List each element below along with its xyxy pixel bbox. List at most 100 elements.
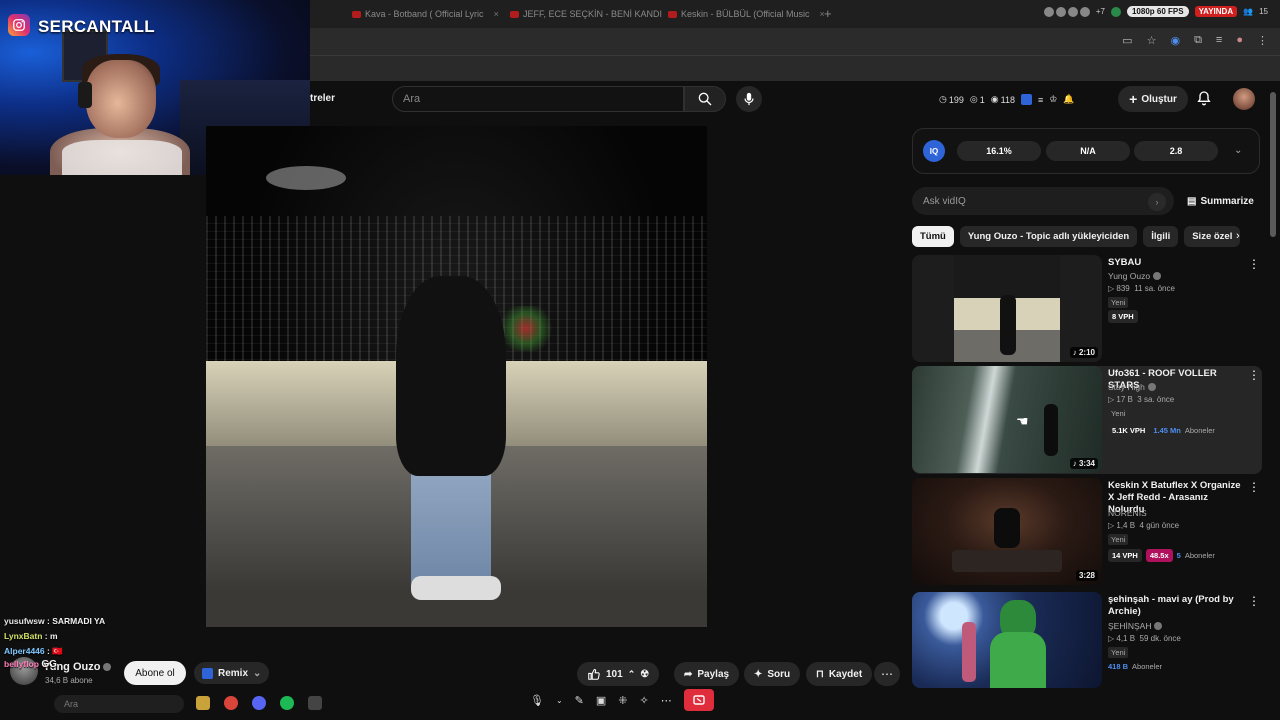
extension-icon[interactable] — [1110, 6, 1121, 17]
taskbar-search[interactable]: Ara — [54, 695, 184, 713]
vidiq-icon[interactable] — [1020, 94, 1032, 105]
vpn-icon[interactable]: ◉ — [1170, 34, 1180, 47]
video-title[interactable]: SYBAU — [1108, 257, 1238, 269]
recommendation-item[interactable]: ♪ 3:34 Ufo361 - ROOF VOLLER STARS Stay H… — [912, 366, 1262, 474]
clock-icon: ◷ — [939, 94, 947, 104]
save-button[interactable]: ⊓ Kaydet — [806, 662, 873, 686]
chat-icon[interactable]: ▣ — [596, 694, 606, 707]
plus-icon: + — [1129, 91, 1138, 107]
remix-button[interactable]: Remix ⌄ — [194, 662, 270, 684]
verified-icon — [1154, 622, 1163, 630]
grid-icon[interactable]: ⁜ — [618, 694, 627, 707]
notifications-button[interactable] — [1196, 89, 1212, 110]
more-options-icon[interactable]: ⋮ — [1248, 481, 1260, 493]
video-meta: ▷ 17 B 3 sa. önce — [1108, 395, 1175, 404]
more-options-icon[interactable]: ⋮ — [1248, 595, 1260, 607]
recommendation-item[interactable]: şehinşah - mavi ay (Prod by Archie) ŞEHİ… — [912, 592, 1262, 688]
subscriber-value: 418 B — [1108, 662, 1129, 671]
outlier-multiplier: 48.5x — [1145, 549, 1173, 562]
recommendation-item[interactable]: ♪ 2:10 SYBAU Yung Ouzo ▷ 839 11 sa. önce… — [912, 255, 1262, 363]
share-button[interactable]: ➦ Paylaş — [674, 662, 740, 686]
reading-list-icon[interactable]: ≡ — [1216, 34, 1222, 47]
profile-icon[interactable]: ● — [1236, 34, 1243, 47]
channel-name[interactable]: ŞEHİNŞAH — [1108, 621, 1163, 631]
cast-icon[interactable]: ▭ — [1122, 34, 1132, 47]
subscriber-label: Aboneler — [1132, 662, 1163, 671]
effects-icon[interactable]: ✧ — [640, 694, 649, 707]
stream-control-bar: 🎙 ⌄ ✎ ▣ ⁜ ✧ ⋯ — [530, 688, 750, 712]
ask-vidiq-placeholder: Ask vidIQ — [923, 196, 966, 207]
chevron-down-icon[interactable]: ⌄ — [1234, 145, 1242, 156]
channel-name[interactable]: NORENIS — [1108, 508, 1147, 518]
instagram-icon — [8, 14, 30, 36]
camera-off-icon[interactable]: ✎ — [575, 694, 584, 707]
notification-bell-icon[interactable]: 🔔 — [1063, 94, 1074, 105]
search-button[interactable] — [684, 86, 726, 112]
bookmark-star-icon[interactable]: ☆ — [1147, 34, 1157, 47]
streamer-name: SERCANTALL — [38, 17, 155, 36]
subscriber-count: 34,6 B abone — [45, 676, 93, 685]
trophy-icon[interactable]: ♔ — [1049, 94, 1057, 105]
file-explorer-icon[interactable] — [196, 696, 210, 710]
recommendation-item[interactable]: 3:28 Keskin X Batuflex X Organize X Jeff… — [912, 478, 1262, 586]
video-thumbnail[interactable]: ♪ 2:10 — [912, 255, 1102, 362]
video-player[interactable] — [206, 126, 707, 627]
chrome-icon[interactable] — [224, 696, 238, 710]
chevron-right-icon[interactable]: › — [1236, 230, 1240, 242]
video-meta: ▷ 1,4 B 4 gün önce — [1108, 521, 1180, 530]
send-arrow-icon[interactable]: › — [1148, 193, 1166, 211]
video-title[interactable]: şehinşah - mavi ay (Prod by Archie) — [1108, 594, 1243, 618]
like-button[interactable]: 101 ⌃ ☢ — [577, 662, 660, 686]
extensions-icon[interactable]: ⧉ — [1194, 34, 1202, 47]
upvote-icon[interactable]: ⌃ — [628, 669, 636, 680]
youtube-icon — [510, 10, 519, 18]
dislike-icon[interactable]: ☢ — [640, 669, 649, 680]
close-tab-icon[interactable]: × — [494, 9, 499, 19]
channel-name[interactable]: Stay High — [1108, 382, 1156, 392]
vidiq-logo[interactable]: IQ — [923, 140, 945, 162]
end-stream-button[interactable] — [683, 689, 714, 711]
voice-search-button[interactable] — [736, 86, 762, 112]
video-thumbnail[interactable]: 3:28 — [912, 478, 1102, 585]
app-icon[interactable] — [308, 696, 322, 710]
chip-for-you[interactable]: Size özel — [1184, 226, 1241, 247]
new-tab-button[interactable]: + — [824, 6, 832, 21]
create-button[interactable]: + Oluştur — [1118, 86, 1188, 112]
chip-all[interactable]: Tümü — [912, 226, 954, 247]
menu-icon[interactable]: ⋮ — [1257, 34, 1268, 47]
subscribe-button[interactable]: Abone ol — [124, 661, 186, 685]
list-icon[interactable]: ≡ — [1038, 95, 1043, 105]
filters-label[interactable]: treler — [310, 93, 335, 104]
browser-tab[interactable]: Keskin - BÜLBÜL (Official Music × — [668, 6, 825, 22]
account-avatar[interactable] — [1233, 88, 1255, 110]
ask-button[interactable]: ✦ Soru — [744, 662, 801, 686]
fps-badge: 1080p 60 FPS — [1126, 6, 1189, 17]
more-options-icon[interactable]: ⋮ — [1248, 258, 1260, 270]
search-input[interactable] — [392, 86, 684, 112]
browser-tab[interactable]: JEFF, ECE SEÇKİN - BENİ KANDI× — [510, 6, 677, 22]
subscriber-label: Aboneler — [1184, 551, 1215, 560]
more-actions-button[interactable]: ⋯ — [874, 662, 900, 686]
more-options-icon[interactable]: ⋮ — [1248, 369, 1260, 381]
chip-related[interactable]: İlgili — [1143, 226, 1179, 247]
spotify-icon[interactable] — [280, 696, 294, 710]
chevron-down-icon[interactable]: ⌄ — [556, 696, 563, 705]
extension-icons[interactable] — [1043, 6, 1090, 17]
chip-uploader[interactable]: Yung Ouzo - Topic adlı yükleyiciden — [959, 226, 1138, 247]
subscriber-value: 1.45 Mn — [1153, 426, 1181, 435]
scrollbar[interactable] — [1270, 92, 1276, 237]
summarize-button[interactable]: ▤ Summarize — [1187, 196, 1254, 207]
microphone-icon[interactable]: 🎙 — [530, 694, 544, 707]
channel-name[interactable]: Yung Ouzo — [1108, 271, 1162, 281]
video-thumbnail[interactable]: ♪ 3:34 — [912, 366, 1102, 473]
video-thumbnail[interactable] — [912, 592, 1102, 688]
sparkle-icon: ✦ — [754, 668, 763, 680]
video-meta: ▷ 4,1 B 59 dk. önce — [1108, 634, 1181, 643]
vidiq-icon — [202, 667, 213, 679]
viewers-icon: 👥 — [1243, 7, 1254, 16]
more-icon[interactable]: ⋯ — [661, 694, 672, 707]
share-arrow-icon: ➦ — [684, 668, 693, 680]
video-subject — [396, 276, 506, 476]
browser-tab[interactable]: Kava - Botband ( Official Lyric × — [352, 6, 499, 22]
discord-icon[interactable] — [252, 696, 266, 710]
